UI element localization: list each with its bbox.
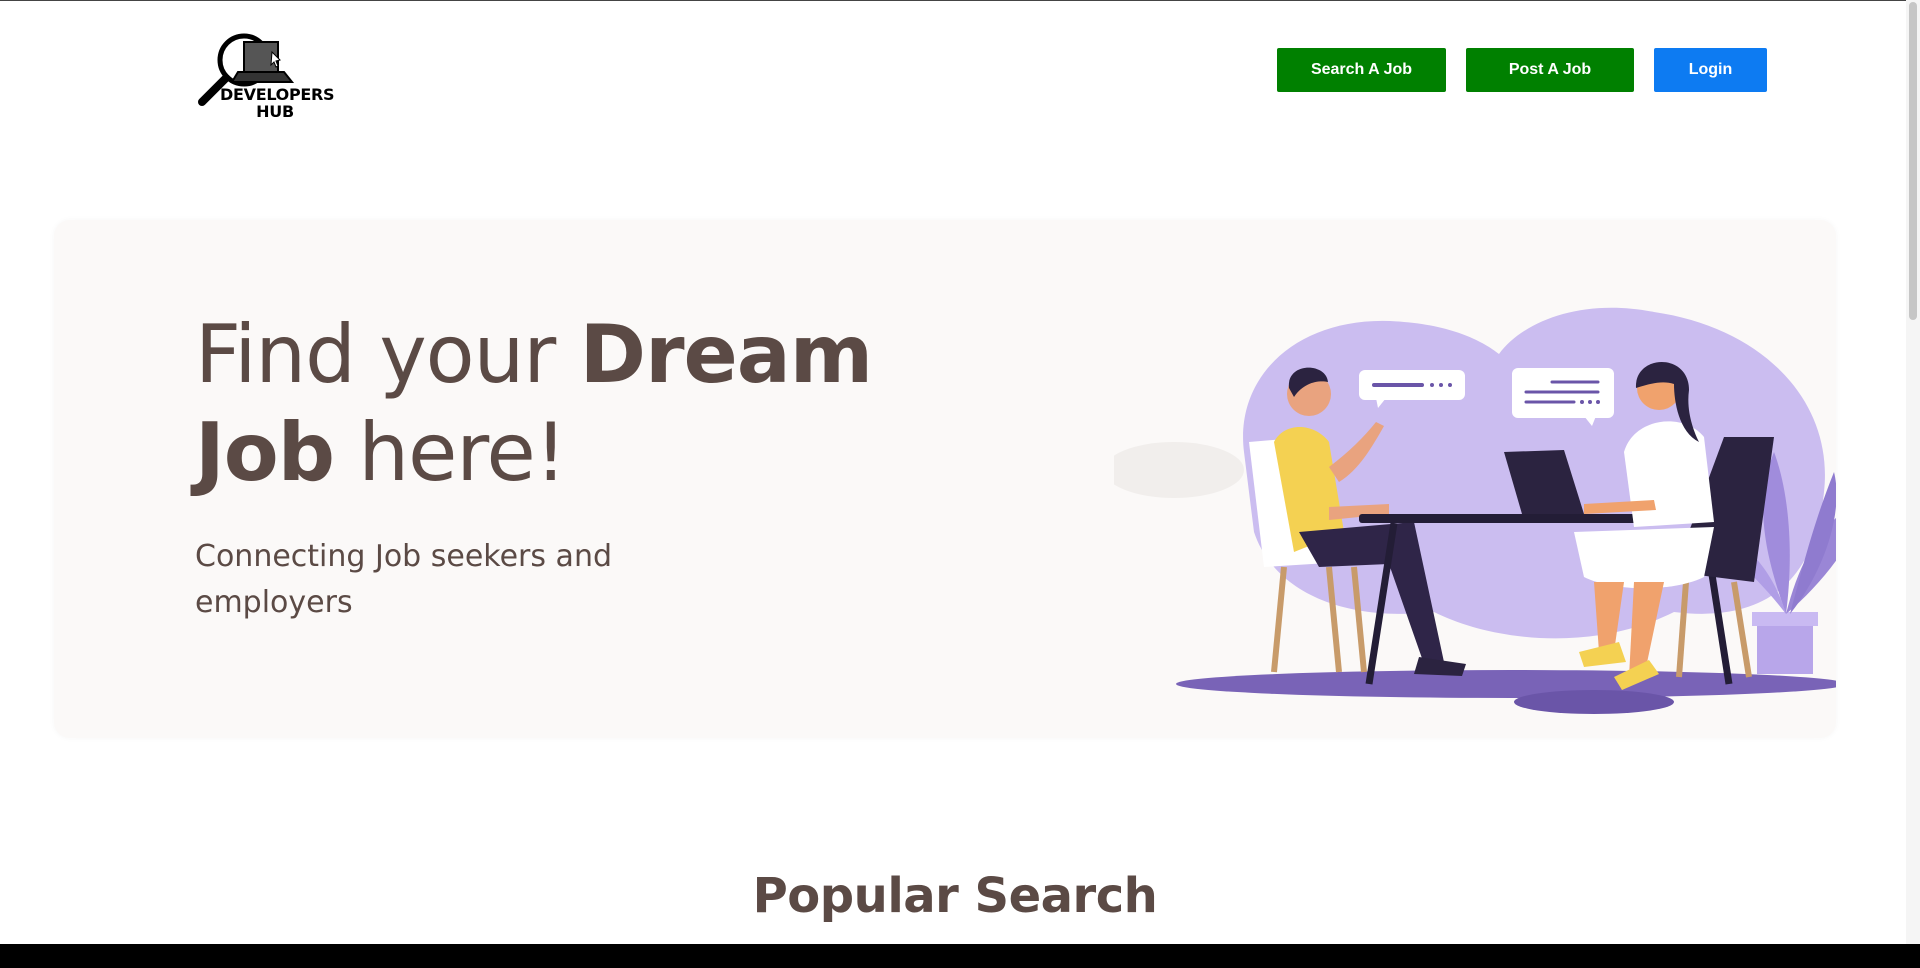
logo-line-1: DEVELOPERS — [220, 85, 335, 104]
interview-illustration — [1114, 307, 1836, 714]
hero-title-part1: Find your — [195, 308, 580, 401]
hero-title-job: Job — [195, 406, 335, 499]
screen-bottom-bar — [0, 944, 1920, 968]
logo-line-2: HUB — [256, 102, 294, 121]
scrollbar-thumb[interactable] — [1909, 2, 1917, 320]
hero-title-part2: here! — [334, 406, 566, 499]
hero-title-dream: Dream — [579, 308, 873, 401]
hero-subtitle: Connecting Job seekers and employers — [195, 539, 612, 620]
developers-hub-logo[interactable]: DEVELOPERS HUB — [198, 30, 335, 122]
hero-banner: Find your Dream Job here! Connecting Job … — [54, 220, 1836, 738]
popular-search-heading: Popular Search — [752, 868, 1158, 924]
hero-title: Find your Dream Job here! — [195, 306, 895, 502]
page-scrollbar[interactable] — [1906, 0, 1920, 944]
logo-wordmark: DEVELOPERS HUB — [220, 85, 335, 121]
post-job-button[interactable]: Post A Job — [1466, 48, 1634, 92]
login-button[interactable]: Login — [1654, 48, 1767, 92]
window-top-border — [0, 0, 1920, 1]
search-job-button[interactable]: Search A Job — [1277, 48, 1446, 92]
